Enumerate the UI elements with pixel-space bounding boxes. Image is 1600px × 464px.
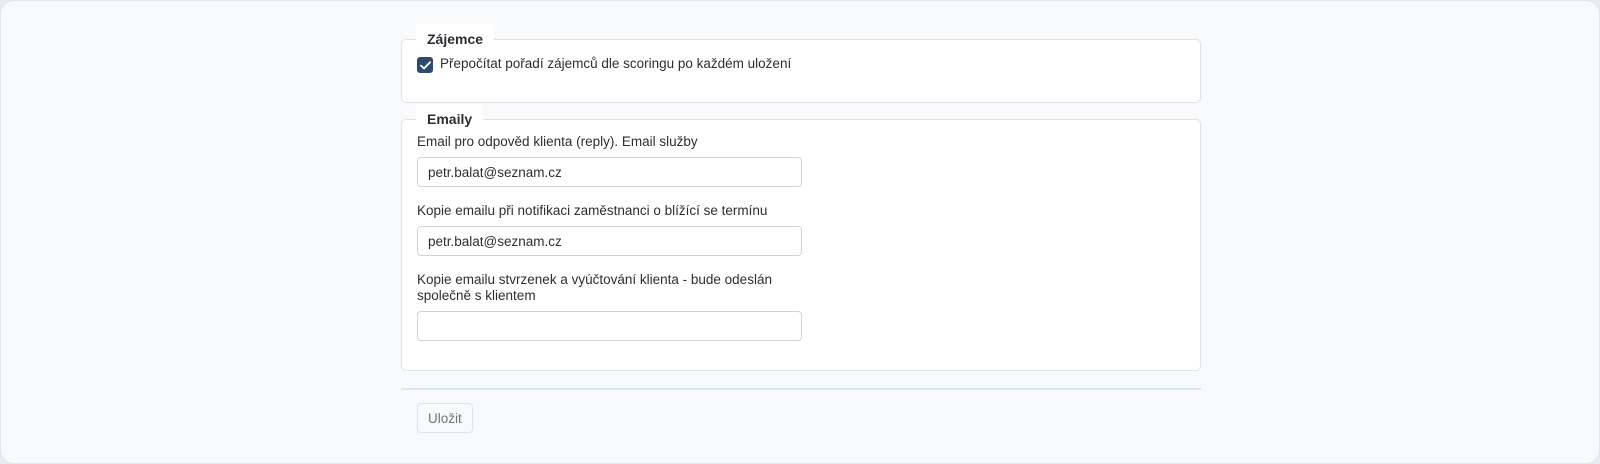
form-divider (401, 388, 1201, 390)
notification-copy-email-label: Kopie emailu při notifikaci zaměstnanci … (417, 203, 768, 218)
reply-email-label: Email pro odpověd klienta (reply). Email… (417, 134, 698, 149)
fieldset-legend-zajemce: Zájemce (416, 24, 495, 54)
recalculate-checkbox-row[interactable]: Přepočítat pořadí zájemců dle scoringu p… (417, 55, 791, 73)
receipt-copy-email-label: Kopie emailu stvrzenek a vyúčtování klie… (417, 272, 772, 303)
fieldset-zajemce: Zájemce Přepočítat pořadí zájemců dle sc… (401, 24, 1201, 103)
receipt-copy-email-group: Kopie emailu stvrzenek a vyúčtování klie… (417, 272, 802, 341)
receipt-copy-email-input[interactable] (417, 311, 802, 341)
reply-email-input[interactable] (417, 157, 802, 187)
fieldset-emaily: Emaily Email pro odpověd klienta (reply)… (401, 104, 1201, 371)
settings-form: Zájemce Přepočítat pořadí zájemců dle sc… (401, 23, 1201, 371)
recalculate-checkbox-label[interactable]: Přepočítat pořadí zájemců dle scoringu p… (440, 55, 791, 73)
notification-copy-email-input[interactable] (417, 226, 802, 256)
recalculate-checkbox[interactable] (417, 57, 433, 73)
reply-email-group: Email pro odpověd klienta (reply). Email… (417, 134, 802, 187)
notification-copy-email-group: Kopie emailu při notifikaci zaměstnanci … (417, 203, 802, 256)
checkmark-icon (419, 60, 431, 69)
fieldset-legend-emaily: Emaily (416, 104, 484, 134)
settings-panel: Zájemce Přepočítat pořadí zájemců dle sc… (0, 0, 1600, 464)
save-button[interactable]: Uložit (417, 403, 473, 433)
